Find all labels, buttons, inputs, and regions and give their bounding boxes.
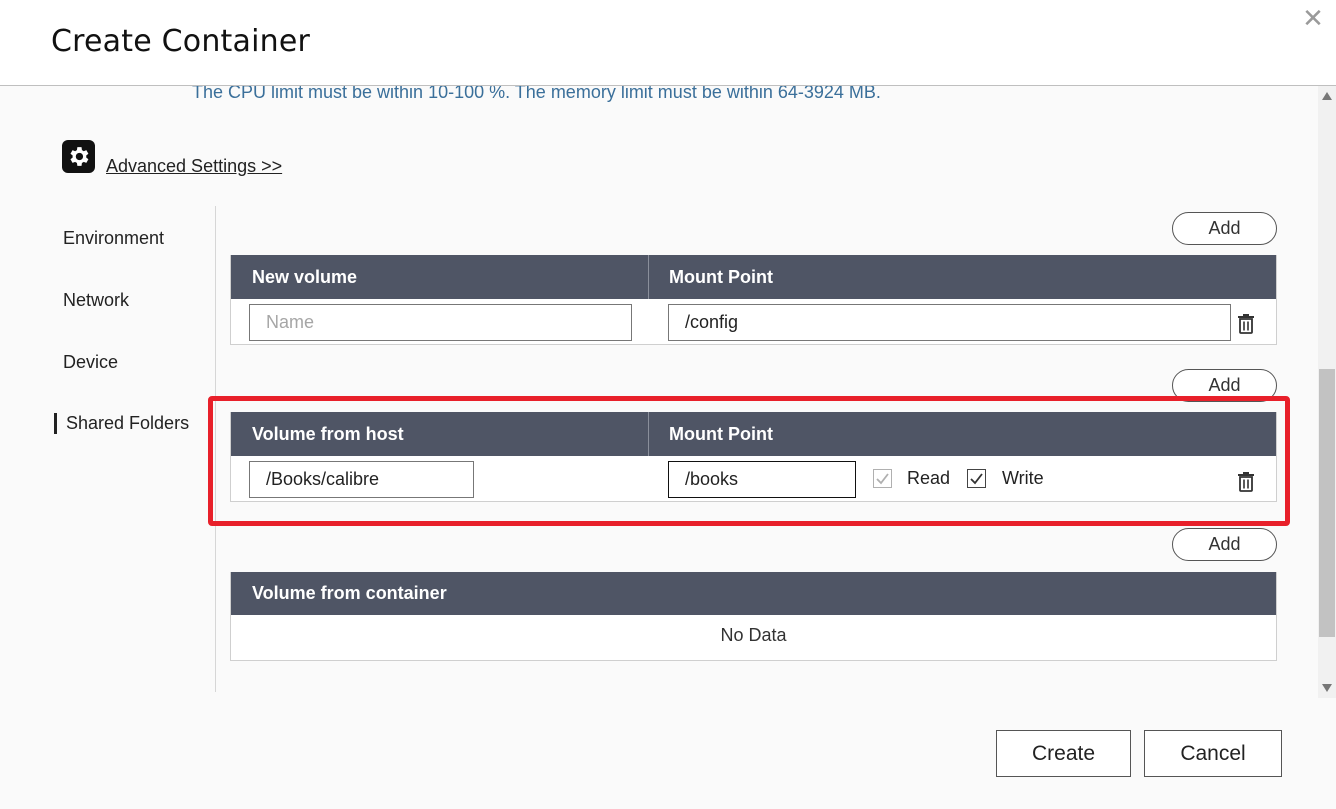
- column-header: Volume from host: [252, 424, 404, 444]
- table-header: New volume Mount Point: [231, 255, 1276, 299]
- scroll-up-arrow-icon[interactable]: [1322, 92, 1332, 100]
- column-header: Mount Point: [669, 424, 773, 444]
- table-row: [231, 299, 1276, 345]
- column-header: Mount Point: [669, 267, 773, 287]
- scroll-down-arrow-icon[interactable]: [1322, 684, 1332, 692]
- table-header: Volume from host Mount Point: [231, 412, 1276, 456]
- empty-state-text: No Data: [720, 625, 787, 645]
- create-button[interactable]: Create: [996, 730, 1131, 777]
- nav-item-device[interactable]: Device: [63, 352, 118, 373]
- nav-item-shared-folders[interactable]: Shared Folders: [54, 413, 189, 434]
- add-host-volume-button[interactable]: Add: [1172, 369, 1277, 402]
- container-mount-point-input[interactable]: [668, 461, 856, 498]
- add-container-volume-button[interactable]: Add: [1172, 528, 1277, 561]
- trash-icon[interactable]: [1237, 472, 1255, 492]
- host-path-input[interactable]: [249, 461, 474, 498]
- nav-item-environment[interactable]: Environment: [63, 228, 164, 249]
- add-new-volume-button[interactable]: Add: [1172, 212, 1277, 245]
- cancel-button[interactable]: Cancel: [1144, 730, 1282, 777]
- scrollbar-thumb[interactable]: [1319, 369, 1335, 637]
- create-container-dialog: Create Container ✕ The CPU limit must be…: [0, 0, 1336, 809]
- column-header: Volume from container: [252, 583, 447, 603]
- side-divider: [215, 206, 216, 692]
- table-header: Volume from container: [231, 572, 1276, 615]
- side-nav: Environment Network Device Shared Folder…: [0, 206, 216, 692]
- nav-item-network[interactable]: Network: [63, 290, 129, 311]
- dialog-header: Create Container: [0, 0, 1336, 86]
- advanced-settings-link[interactable]: Advanced Settings >>: [106, 156, 282, 177]
- read-checkbox[interactable]: [873, 469, 892, 488]
- checkmark-icon: [970, 473, 983, 485]
- close-icon[interactable]: ✕: [1301, 5, 1325, 31]
- table-row: Read Write: [231, 456, 1276, 502]
- table-row: No Data: [231, 615, 1276, 661]
- gear-icon: [62, 140, 95, 173]
- dialog-content: The CPU limit must be within 10-100 %. T…: [0, 86, 1318, 698]
- mount-point-input[interactable]: [668, 304, 1231, 341]
- limits-note: The CPU limit must be within 10-100 %. T…: [192, 86, 881, 102]
- trash-icon[interactable]: [1237, 314, 1255, 334]
- dialog-title: Create Container: [51, 24, 311, 59]
- volume-name-input[interactable]: [249, 304, 632, 341]
- write-label: Write: [1002, 468, 1044, 488]
- write-checkbox[interactable]: [967, 469, 986, 488]
- read-label: Read: [907, 468, 951, 488]
- checkmark-icon: [876, 473, 889, 485]
- host-volume-table: Volume from host Mount Point Read: [230, 412, 1277, 502]
- scrollbar[interactable]: [1318, 86, 1336, 698]
- container-volume-table: Volume from container No Data: [230, 572, 1277, 661]
- new-volume-table: New volume Mount Point: [230, 255, 1277, 345]
- column-header: New volume: [252, 267, 358, 287]
